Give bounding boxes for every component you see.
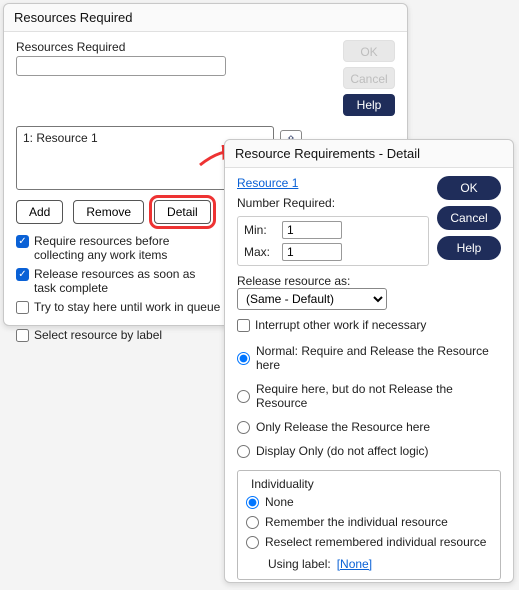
using-label-text: Using label: bbox=[268, 557, 331, 571]
individuality-group: Individuality None Remember the individu… bbox=[237, 470, 501, 580]
cancel-button: Cancel bbox=[343, 67, 395, 89]
mode-release-only-radio[interactable]: Only Release the Resource here bbox=[237, 420, 501, 434]
radio-input[interactable] bbox=[237, 421, 250, 434]
radio-label: Reselect remembered individual resource bbox=[265, 535, 486, 549]
checkbox-label: Interrupt other work if necessary bbox=[255, 318, 426, 332]
checkbox-label: Release resources as soon as task comple… bbox=[34, 267, 204, 295]
resources-required-input[interactable] bbox=[16, 56, 226, 76]
checkbox-label: Require resources before collecting any … bbox=[34, 234, 194, 262]
help-button[interactable]: Help bbox=[437, 236, 501, 260]
radio-input[interactable] bbox=[237, 352, 250, 365]
radio-input[interactable] bbox=[246, 536, 259, 549]
dialog-title: Resource Requirements - Detail bbox=[225, 140, 513, 168]
radio-input[interactable] bbox=[246, 516, 259, 529]
field-label-resources: Resources Required bbox=[16, 40, 226, 54]
indiv-none-radio[interactable]: None bbox=[246, 495, 492, 509]
checked-icon: ✓ bbox=[16, 268, 29, 281]
radio-input[interactable] bbox=[246, 496, 259, 509]
checkbox-input[interactable] bbox=[16, 329, 29, 342]
release-as-label: Release resource as: bbox=[237, 274, 501, 288]
resource-link[interactable]: Resource 1 bbox=[237, 176, 429, 190]
number-required-label: Number Required: bbox=[237, 196, 429, 210]
resource-requirements-detail-dialog: Resource Requirements - Detail Resource … bbox=[224, 139, 514, 583]
remove-button[interactable]: Remove bbox=[73, 200, 144, 224]
mode-display-only-radio[interactable]: Display Only (do not affect logic) bbox=[237, 444, 501, 458]
dialog-title: Resources Required bbox=[4, 4, 407, 32]
radio-input[interactable] bbox=[237, 445, 250, 458]
radio-label: Only Release the Resource here bbox=[256, 420, 430, 434]
radio-label: Remember the individual resource bbox=[265, 515, 448, 529]
radio-label: Normal: Require and Release the Resource… bbox=[256, 344, 501, 372]
release-as-select[interactable]: (Same - Default) bbox=[237, 288, 387, 310]
checked-icon: ✓ bbox=[16, 235, 29, 248]
using-label-link[interactable]: [None] bbox=[337, 557, 372, 571]
indiv-reselect-radio[interactable]: Reselect remembered individual resource bbox=[246, 535, 492, 549]
max-input[interactable] bbox=[282, 243, 342, 261]
radio-input[interactable] bbox=[237, 390, 250, 403]
mode-require-only-radio[interactable]: Require here, but do not Release the Res… bbox=[237, 382, 501, 410]
number-required-group: Min: Max: bbox=[237, 216, 429, 266]
max-label: Max: bbox=[244, 245, 276, 259]
help-button[interactable]: Help bbox=[343, 94, 395, 116]
individuality-legend: Individuality bbox=[248, 477, 317, 491]
min-input[interactable] bbox=[282, 221, 342, 239]
radio-label: None bbox=[265, 495, 294, 509]
mode-normal-radio[interactable]: Normal: Require and Release the Resource… bbox=[237, 344, 501, 372]
radio-label: Display Only (do not affect logic) bbox=[256, 444, 429, 458]
add-button[interactable]: Add bbox=[16, 200, 63, 224]
checkbox-label: Select resource by label bbox=[34, 328, 162, 342]
interrupt-checkbox[interactable]: Interrupt other work if necessary bbox=[237, 318, 501, 332]
cancel-button[interactable]: Cancel bbox=[437, 206, 501, 230]
indiv-remember-radio[interactable]: Remember the individual resource bbox=[246, 515, 492, 529]
radio-label: Require here, but do not Release the Res… bbox=[256, 382, 501, 410]
checkbox-input[interactable] bbox=[16, 301, 29, 314]
ok-button: OK bbox=[343, 40, 395, 62]
checkbox-input[interactable] bbox=[237, 319, 250, 332]
ok-button[interactable]: OK bbox=[437, 176, 501, 200]
min-label: Min: bbox=[244, 223, 276, 237]
detail-button[interactable]: Detail bbox=[154, 200, 211, 224]
